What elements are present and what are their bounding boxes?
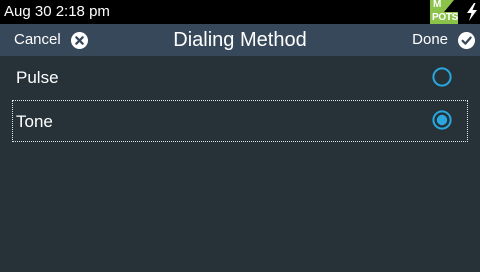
close-circle-icon bbox=[70, 31, 88, 49]
cancel-button[interactable]: Cancel bbox=[14, 29, 88, 51]
option-label-pulse: Pulse bbox=[16, 68, 59, 87]
header-bar: Cancel Dialing Method Done bbox=[0, 24, 480, 56]
done-label: Done bbox=[412, 31, 448, 48]
radio-unselected-icon[interactable] bbox=[432, 67, 452, 87]
mpots-logo: M POTS bbox=[430, 0, 458, 24]
option-pulse[interactable]: Pulse bbox=[12, 57, 468, 99]
dialing-method-screen: Aug 30 2:18 pm M POTS Cancel Dialing Met… bbox=[0, 0, 480, 272]
mpots-logo-letter: M bbox=[433, 0, 442, 10]
page-title: Dialing Method bbox=[173, 29, 307, 51]
check-circle-icon bbox=[458, 31, 475, 49]
mpots-logo-label: POTS bbox=[432, 12, 459, 23]
status-bar: Aug 30 2:18 pm M POTS bbox=[0, 0, 480, 24]
radio-selected-icon[interactable] bbox=[432, 110, 452, 130]
done-button[interactable]: Done bbox=[412, 29, 475, 51]
cancel-label: Cancel bbox=[14, 31, 61, 48]
lightning-bolt-icon bbox=[467, 3, 477, 21]
status-time: Aug 30 2:18 pm bbox=[4, 3, 110, 20]
option-tone[interactable]: Tone bbox=[12, 100, 468, 142]
option-label-tone: Tone bbox=[16, 112, 53, 131]
